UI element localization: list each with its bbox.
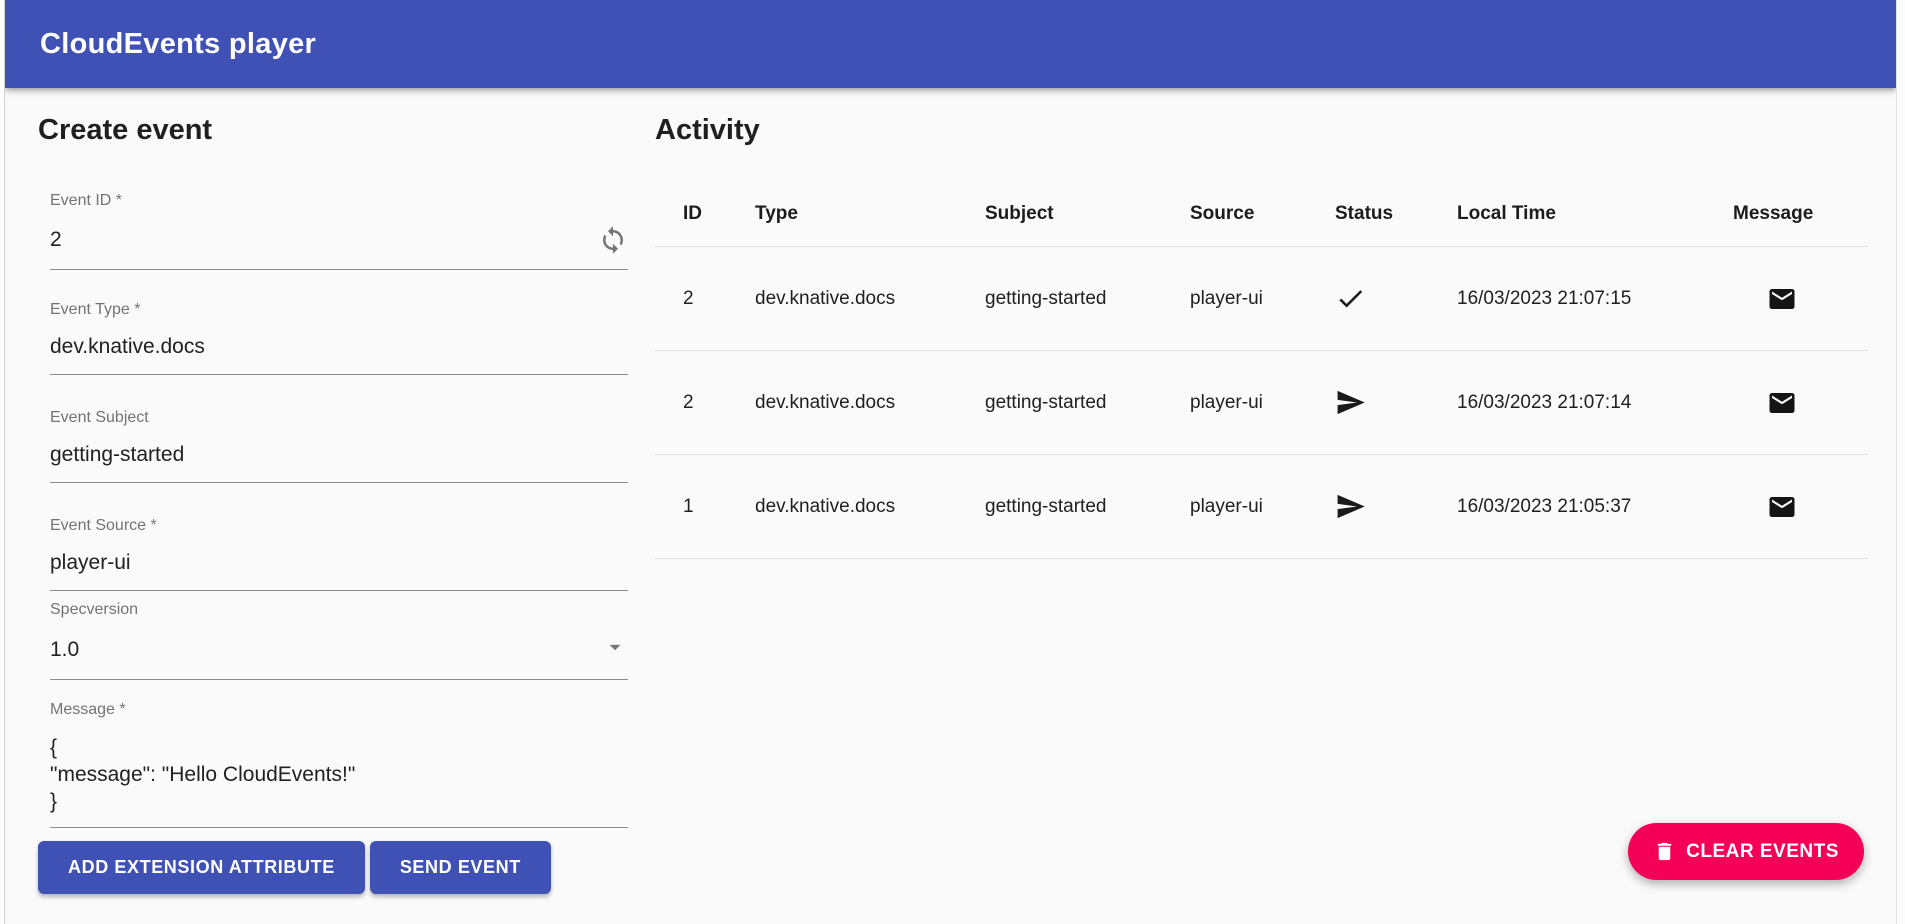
add-extension-attribute-button[interactable]: ADD EXTENSION ATTRIBUTE — [38, 841, 365, 894]
cell-subject: getting-started — [985, 392, 1190, 414]
clear-events-button[interactable]: CLEAR EVENTS — [1628, 823, 1864, 880]
column-header-id: ID — [683, 203, 755, 225]
dropdown-arrow-icon[interactable] — [602, 634, 628, 665]
cell-type: dev.knative.docs — [755, 392, 985, 414]
activity-table: ID Type Subject Source Status Local Time… — [655, 182, 1868, 559]
form-buttons: ADD EXTENSION ATTRIBUTE SEND EVENT — [38, 841, 628, 894]
event-source-input[interactable]: player-ui — [50, 550, 628, 591]
create-event-heading: Create event — [38, 112, 628, 148]
cell-type: dev.knative.docs — [755, 288, 985, 310]
event-type-input[interactable]: dev.knative.docs — [50, 334, 628, 375]
message-label: Message * — [50, 701, 628, 719]
column-header-type: Type — [755, 203, 985, 225]
sync-icon[interactable] — [598, 225, 628, 255]
send-event-button[interactable]: SEND EVENT — [370, 841, 551, 894]
email-icon[interactable] — [1733, 284, 1868, 314]
cell-local-time: 16/03/2023 21:07:14 — [1457, 392, 1733, 414]
event-id-label: Event ID * — [50, 192, 628, 210]
cell-id: 1 — [683, 496, 755, 518]
cell-subject: getting-started — [985, 496, 1190, 518]
check-icon — [1335, 283, 1457, 314]
event-id-value[interactable]: 2 — [50, 227, 62, 253]
specversion-label: Specversion — [50, 601, 628, 619]
event-subject-input[interactable]: getting-started — [50, 442, 628, 483]
event-source-value[interactable]: player-ui — [50, 550, 131, 576]
event-subject-label: Event Subject — [50, 409, 628, 427]
cell-source: player-ui — [1190, 392, 1335, 414]
activity-heading: Activity — [655, 112, 1868, 148]
create-event-panel: Create event Event ID * 2 Event Type * d… — [38, 112, 628, 894]
event-source-field: Event Source * player-ui — [50, 517, 628, 591]
column-header-status: Status — [1335, 203, 1457, 225]
event-id-field: Event ID * 2 — [50, 192, 628, 270]
column-header-source: Source — [1190, 203, 1335, 225]
specversion-select[interactable]: 1.0 — [50, 634, 628, 680]
table-row: 2 dev.knative.docs getting-started playe… — [655, 351, 1868, 455]
table-header-row: ID Type Subject Source Status Local Time… — [655, 182, 1868, 247]
table-row: 1 dev.knative.docs getting-started playe… — [655, 455, 1868, 559]
activity-panel: Activity ID Type Subject Source Status L… — [655, 112, 1868, 559]
send-icon — [1335, 491, 1457, 522]
app-bar: CloudEvents player — [5, 0, 1896, 88]
cell-local-time: 16/03/2023 21:07:15 — [1457, 288, 1733, 310]
message-field: Message * { "message": "Hello CloudEvent… — [50, 701, 628, 828]
specversion-field: Specversion 1.0 — [50, 601, 628, 680]
message-value[interactable]: { "message": "Hello CloudEvents!" } — [50, 734, 355, 815]
window-edge — [0, 0, 5, 924]
cell-local-time: 16/03/2023 21:05:37 — [1457, 496, 1733, 518]
table-row: 2 dev.knative.docs getting-started playe… — [655, 247, 1868, 351]
event-form: Event ID * 2 Event Type * dev.knative.do… — [50, 192, 628, 828]
cell-source: player-ui — [1190, 288, 1335, 310]
vertical-scrollbar[interactable] — [1896, 0, 1905, 924]
cell-subject: getting-started — [985, 288, 1190, 310]
specversion-value[interactable]: 1.0 — [50, 637, 79, 663]
app-title: CloudEvents player — [40, 28, 316, 61]
column-header-local-time: Local Time — [1457, 203, 1733, 225]
event-type-field: Event Type * dev.knative.docs — [50, 301, 628, 375]
email-icon[interactable] — [1733, 388, 1868, 418]
event-id-input[interactable]: 2 — [50, 225, 628, 270]
column-header-message: Message — [1733, 203, 1868, 225]
message-input[interactable]: { "message": "Hello CloudEvents!" } — [50, 734, 628, 828]
event-source-label: Event Source * — [50, 517, 628, 535]
cell-id: 2 — [683, 392, 755, 414]
trash-icon — [1653, 840, 1676, 863]
cell-source: player-ui — [1190, 496, 1335, 518]
event-type-value[interactable]: dev.knative.docs — [50, 334, 205, 360]
column-header-subject: Subject — [985, 203, 1190, 225]
event-subject-value[interactable]: getting-started — [50, 442, 184, 468]
email-icon[interactable] — [1733, 492, 1868, 522]
event-subject-field: Event Subject getting-started — [50, 409, 628, 483]
cell-type: dev.knative.docs — [755, 496, 985, 518]
cell-id: 2 — [683, 288, 755, 310]
event-type-label: Event Type * — [50, 301, 628, 319]
send-icon — [1335, 387, 1457, 418]
clear-events-label: CLEAR EVENTS — [1686, 841, 1839, 863]
